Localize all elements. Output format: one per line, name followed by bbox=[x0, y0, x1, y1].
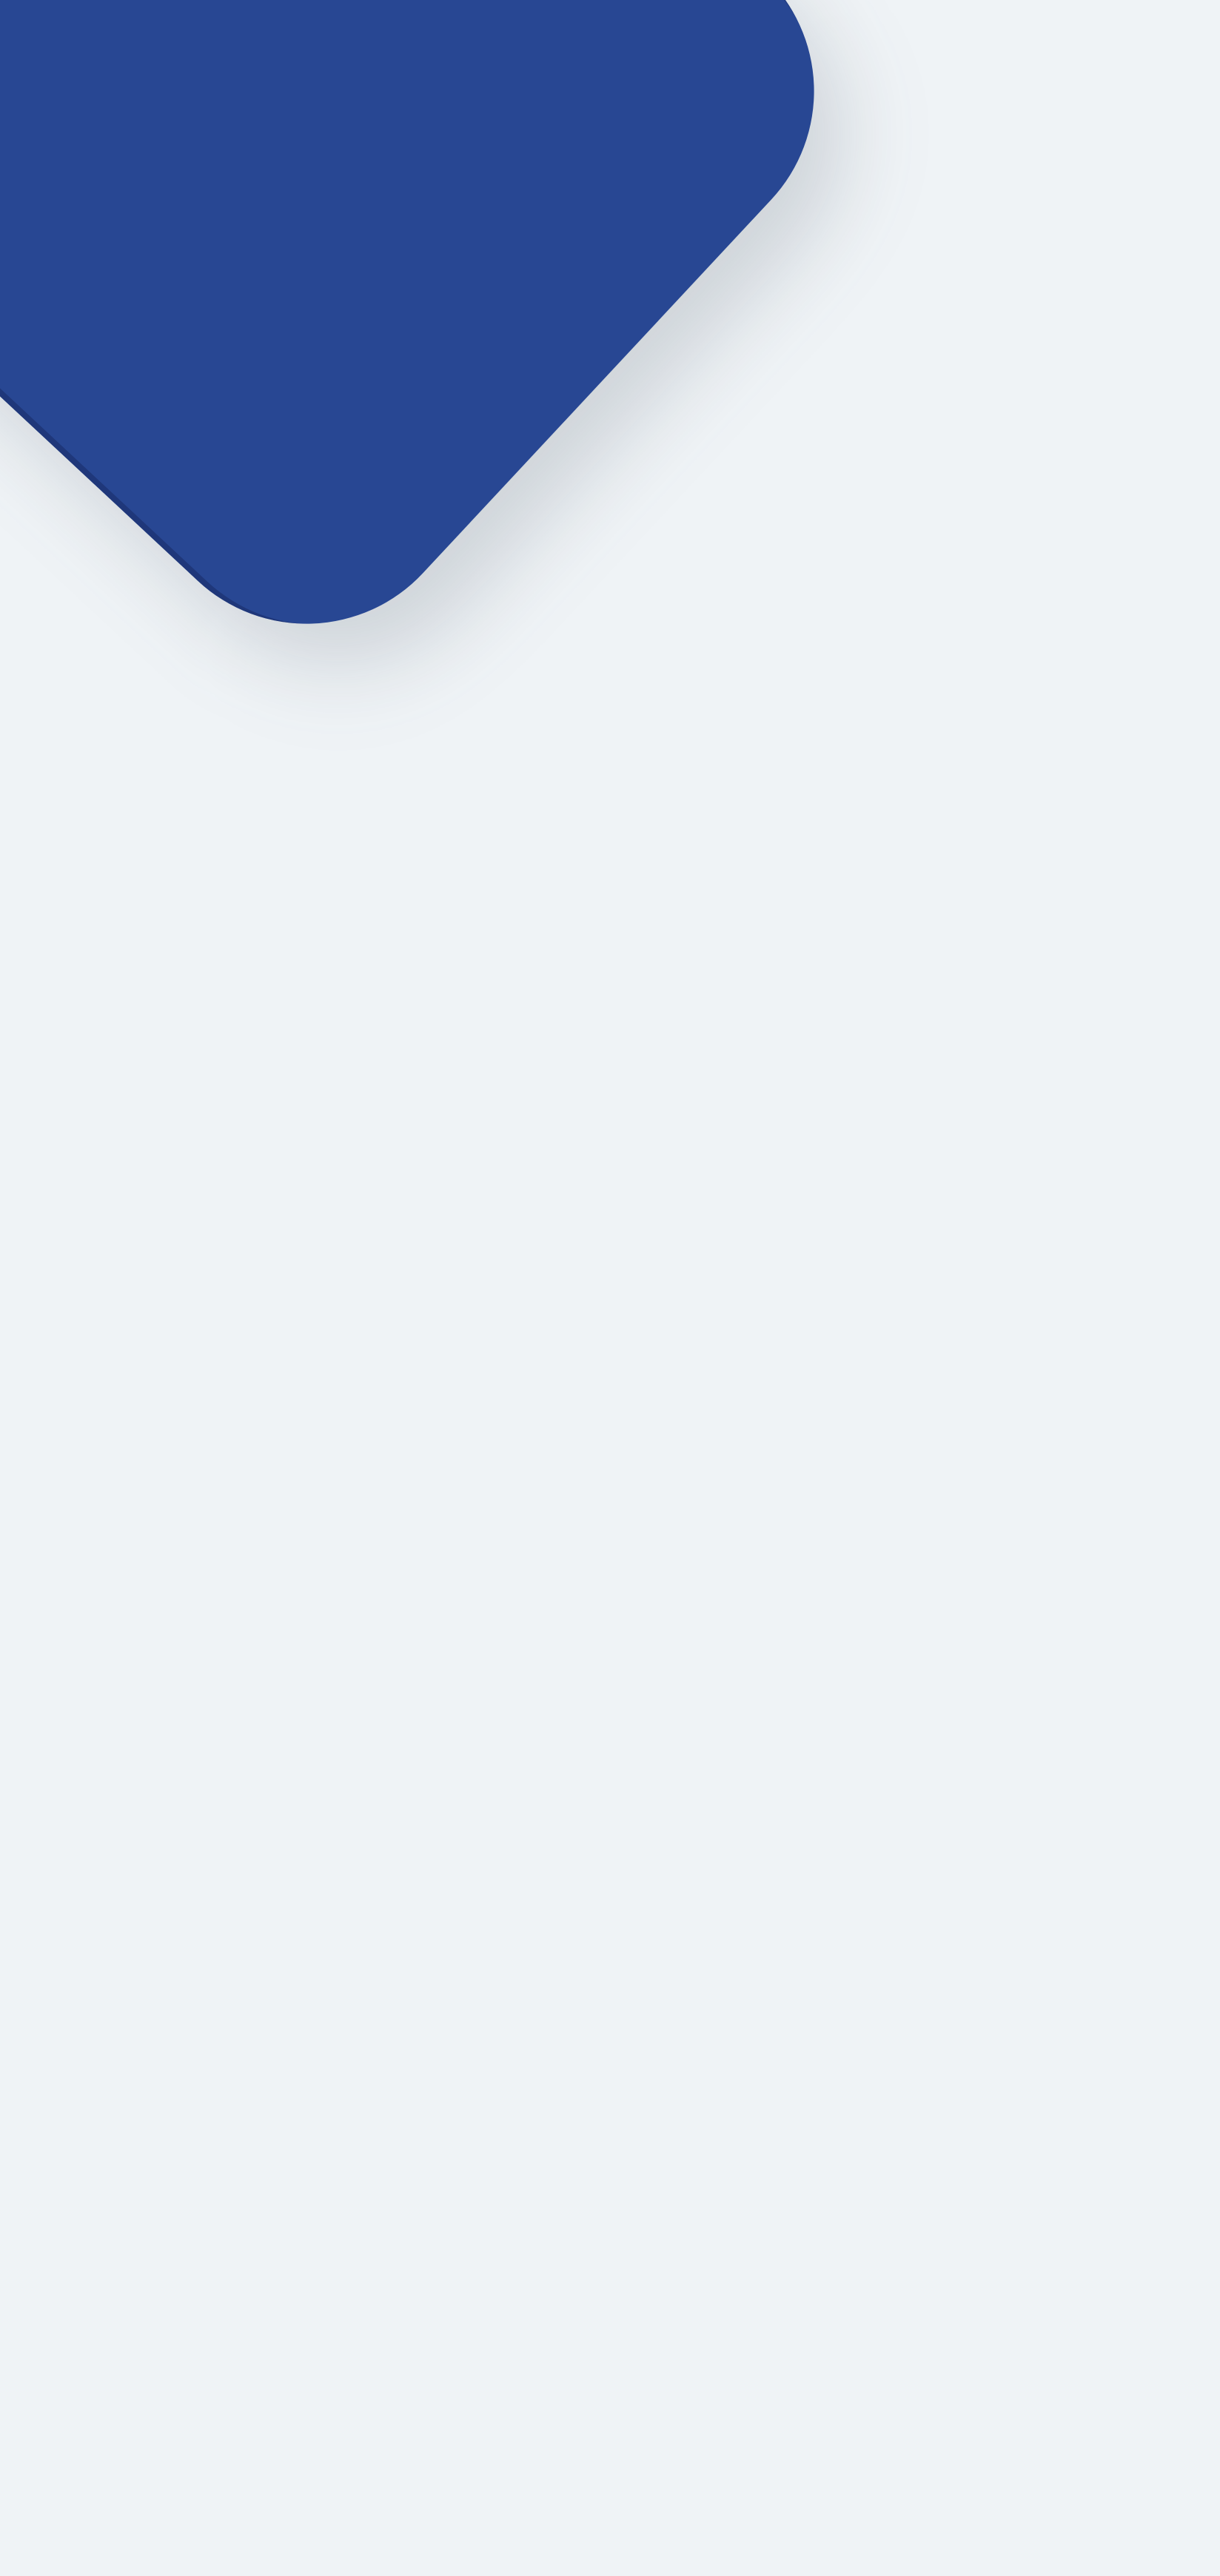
page-background bbox=[0, 0, 1220, 2576]
